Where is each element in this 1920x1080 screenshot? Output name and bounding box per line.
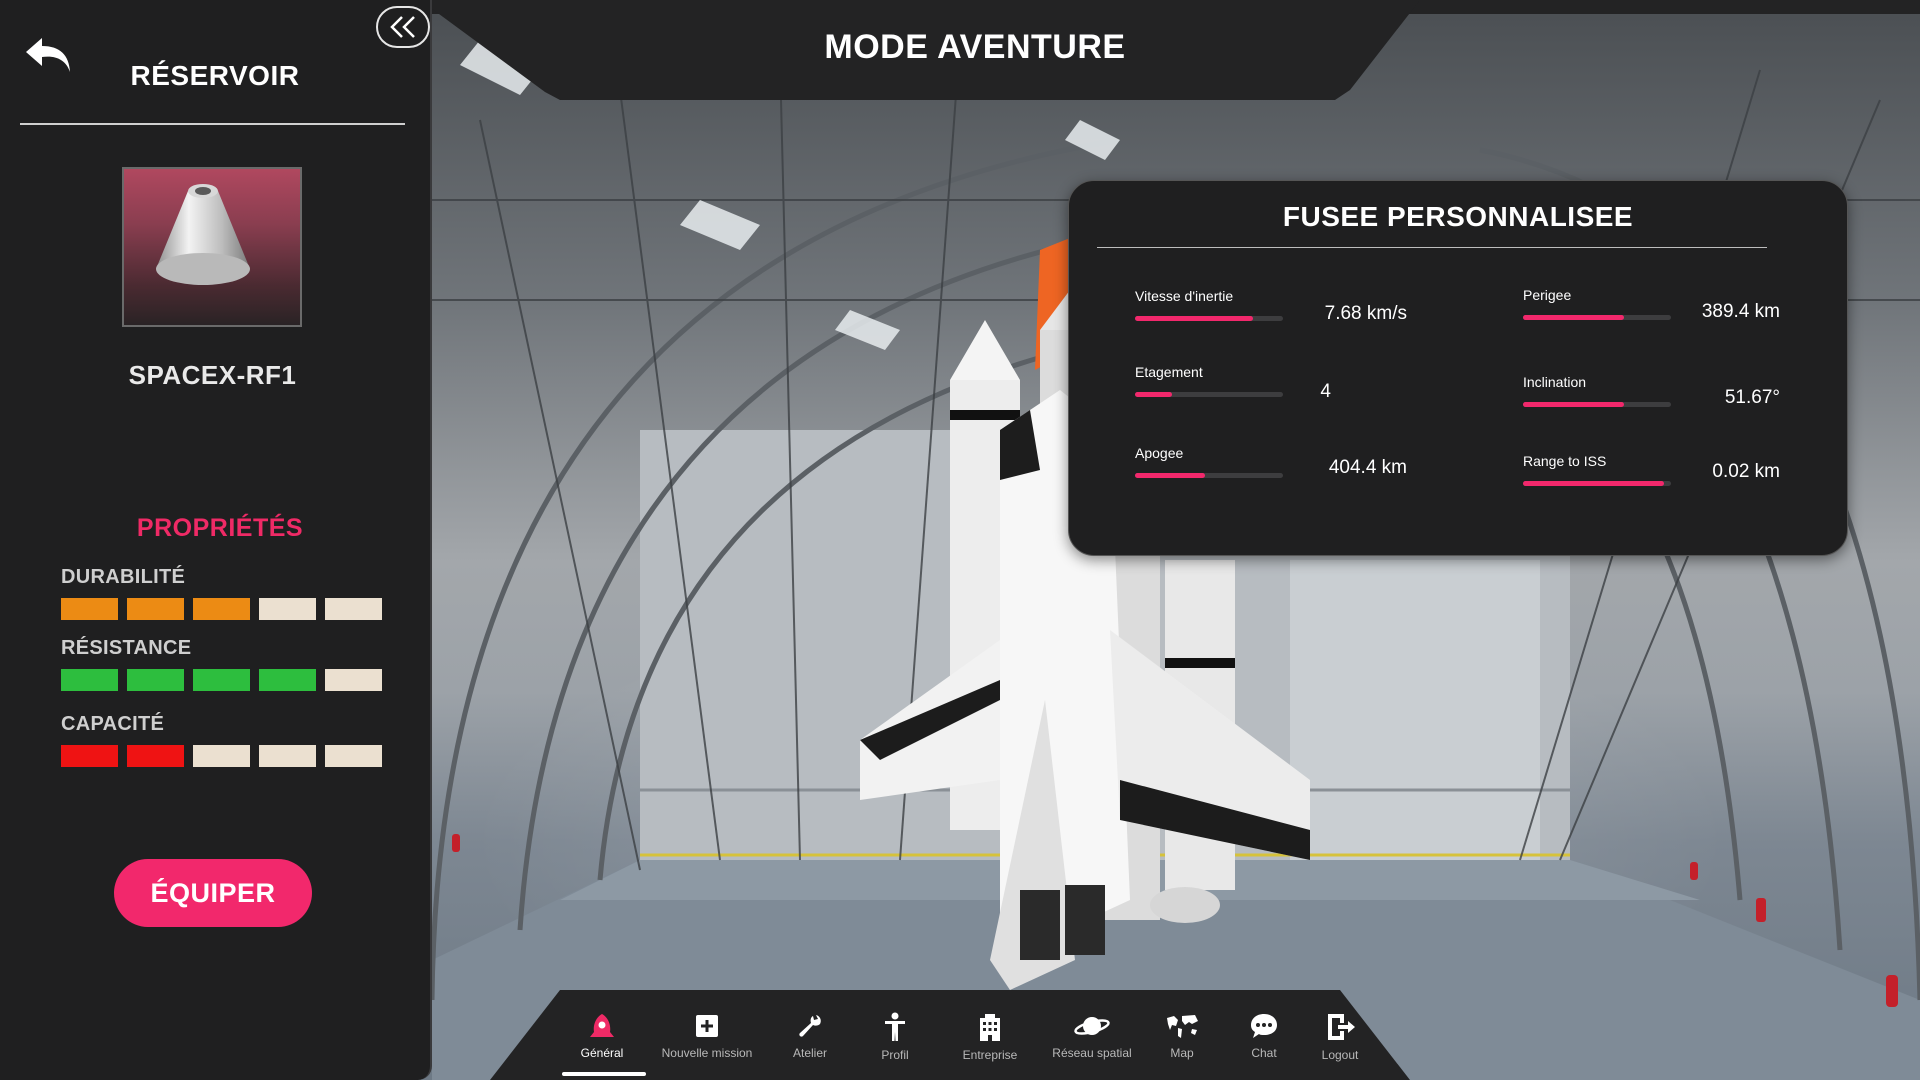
properties-title: PROPRIÉTÉS bbox=[136, 514, 304, 542]
nav-logout[interactable]: Logout bbox=[1290, 1000, 1390, 1072]
plus-box-icon bbox=[696, 1015, 718, 1037]
stat-segment bbox=[127, 598, 184, 620]
nav-label: Général bbox=[580, 1046, 624, 1060]
stat-segment bbox=[325, 598, 382, 620]
stat-segment bbox=[127, 669, 184, 691]
resistance-bar bbox=[61, 669, 382, 691]
metric-value: 389.4 km bbox=[1701, 301, 1780, 322]
metric-value: 7.68 km/s bbox=[1324, 303, 1407, 324]
nav-profil[interactable]: Profil bbox=[845, 1000, 945, 1072]
metric-fill bbox=[1523, 315, 1624, 320]
planet-icon bbox=[1074, 1017, 1110, 1035]
metric-label: Apogee bbox=[1135, 445, 1184, 461]
chat-bubble-icon bbox=[1251, 1014, 1277, 1038]
metric-track bbox=[1135, 316, 1283, 321]
stat-segment bbox=[193, 669, 250, 691]
panel-title: RÉSERVOIR bbox=[130, 60, 300, 91]
rocket-icon bbox=[590, 1014, 614, 1037]
metric-fill bbox=[1135, 316, 1254, 321]
metric-perigee: Perigee 389.4 km bbox=[1523, 287, 1780, 337]
item-thumbnail bbox=[122, 167, 302, 327]
nav-label: Réseau spatial bbox=[1052, 1046, 1132, 1060]
divider bbox=[1097, 247, 1767, 248]
metric-value: 404.4 km bbox=[1328, 457, 1407, 478]
metric-track bbox=[1523, 481, 1671, 486]
collapse-panel-button[interactable] bbox=[376, 6, 430, 48]
nav-reseau-spatial[interactable]: Réseau spatial bbox=[1042, 1000, 1142, 1072]
metric-label: Range to ISS bbox=[1523, 453, 1607, 469]
metric-track bbox=[1135, 392, 1283, 397]
metric-label: Etagement bbox=[1135, 364, 1203, 380]
divider bbox=[20, 123, 405, 125]
world-map-icon bbox=[1167, 1015, 1198, 1038]
metric-inclination: Inclination 51.67° bbox=[1523, 374, 1780, 424]
nav-entreprise[interactable]: Entreprise bbox=[940, 1000, 1040, 1072]
stat-segment bbox=[61, 598, 118, 620]
item-detail-panel: RÉSERVOIR SPACEX-RF1 PROPRIÉTÉS DURABILI… bbox=[0, 0, 432, 1080]
metric-vitesse: Vitesse d'inertie 7.68 km/s bbox=[1135, 288, 1407, 338]
nav-label: Entreprise bbox=[962, 1048, 1018, 1062]
metric-range-iss: Range to ISS 0.02 km bbox=[1523, 453, 1780, 503]
metric-value: 51.67° bbox=[1724, 387, 1780, 408]
building-icon bbox=[980, 1014, 1000, 1041]
equip-button[interactable]: ÉQUIPER bbox=[114, 859, 312, 927]
metric-track bbox=[1523, 315, 1671, 320]
double-chevron-left-icon bbox=[390, 16, 415, 38]
capacity-label: CAPACITÉ bbox=[61, 713, 165, 735]
card-title: FUSEE PERSONNALISEE bbox=[1282, 201, 1634, 232]
nav-label: Nouvelle mission bbox=[661, 1046, 753, 1060]
durability-bar bbox=[61, 598, 382, 620]
stat-segment bbox=[325, 745, 382, 767]
wrench-icon bbox=[799, 1015, 821, 1037]
rocket-stats-card: FUSEE PERSONNALISEE Vitesse d'inertie 7.… bbox=[1068, 180, 1848, 556]
metric-label: Perigee bbox=[1523, 287, 1572, 303]
stat-segment bbox=[61, 745, 118, 767]
metric-value: 0.02 km bbox=[1712, 461, 1780, 482]
metric-fill bbox=[1523, 402, 1624, 407]
fuel-tank-cone-icon bbox=[156, 184, 250, 285]
page-title: MODE AVENTURE bbox=[824, 28, 1126, 66]
metric-etagement: Etagement 4 bbox=[1135, 364, 1331, 414]
nav-label: Profil bbox=[881, 1048, 909, 1062]
stat-segment bbox=[259, 598, 316, 620]
nav-label: Logout bbox=[1321, 1048, 1359, 1062]
metric-label: Vitesse d'inertie bbox=[1135, 288, 1234, 304]
metric-fill bbox=[1135, 392, 1172, 397]
stat-segment bbox=[259, 669, 316, 691]
logout-icon bbox=[1328, 1014, 1355, 1040]
stat-segment bbox=[259, 745, 316, 767]
resistance-label: RÉSISTANCE bbox=[61, 637, 192, 659]
metric-apogee: Apogee 404.4 km bbox=[1135, 445, 1407, 495]
nav-general[interactable]: Général bbox=[552, 1000, 652, 1072]
stat-segment bbox=[193, 598, 250, 620]
item-name: SPACEX-RF1 bbox=[128, 360, 297, 390]
back-button[interactable] bbox=[20, 30, 76, 80]
metric-label: Inclination bbox=[1523, 374, 1587, 390]
metric-fill bbox=[1135, 473, 1205, 478]
nav-new-mission[interactable]: Nouvelle mission bbox=[657, 1000, 757, 1072]
active-tab-indicator bbox=[562, 1072, 646, 1076]
metric-fill bbox=[1523, 481, 1664, 486]
back-arrow-icon bbox=[26, 38, 70, 72]
stat-segment bbox=[61, 669, 118, 691]
stat-segment bbox=[193, 745, 250, 767]
stat-segment bbox=[127, 745, 184, 767]
metric-track bbox=[1523, 402, 1671, 407]
metric-track bbox=[1135, 473, 1283, 478]
person-icon bbox=[885, 1012, 905, 1041]
durability-label: DURABILITÉ bbox=[61, 566, 186, 588]
metric-value: 4 bbox=[1320, 381, 1331, 402]
capacity-bar bbox=[61, 745, 382, 767]
stat-segment bbox=[325, 669, 382, 691]
